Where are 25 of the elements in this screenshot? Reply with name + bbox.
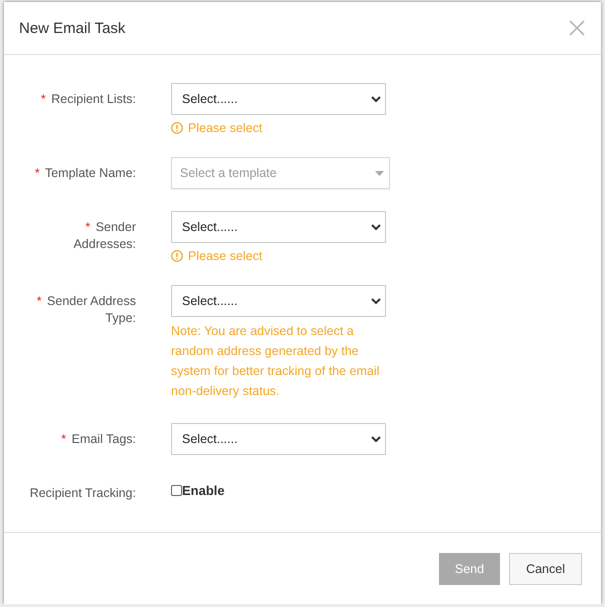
close-icon bbox=[569, 20, 585, 36]
error-message: Please select bbox=[188, 121, 262, 135]
field-label: Recipient Tracking: bbox=[28, 485, 136, 502]
field-label: * Email Tags: bbox=[60, 431, 136, 448]
dialog-title: New Email Task bbox=[19, 20, 126, 36]
select-field[interactable]: Select...... bbox=[171, 83, 386, 115]
field-label: * Template Name: bbox=[34, 165, 136, 182]
exclamation-icon bbox=[171, 122, 183, 134]
chevron-icon bbox=[371, 224, 381, 230]
checkbox[interactable] bbox=[171, 485, 182, 496]
select-field[interactable]: Select...... bbox=[171, 211, 386, 243]
chevron-icon bbox=[371, 298, 381, 304]
caret-icon bbox=[375, 170, 384, 176]
error-message: Please select bbox=[188, 249, 262, 263]
field-label: * Sender Address Type: bbox=[36, 293, 136, 327]
select-field[interactable]: Select...... bbox=[171, 423, 386, 455]
checkbox-label[interactable]: Enable bbox=[182, 483, 225, 498]
chevron-icon bbox=[371, 96, 381, 102]
dialog-button[interactable]: Cancel bbox=[509, 552, 582, 584]
chevron-icon bbox=[371, 436, 381, 442]
field-label: * Recipient Lists: bbox=[40, 91, 136, 108]
exclamation-icon bbox=[171, 250, 183, 262]
field-label: * Sender Addresses: bbox=[72, 219, 136, 253]
select-field[interactable]: Select...... bbox=[171, 285, 386, 317]
note-text: Note: You are advised to select a random address generated by the system for better tracking of the email non-delivery status. bbox=[171, 323, 380, 400]
